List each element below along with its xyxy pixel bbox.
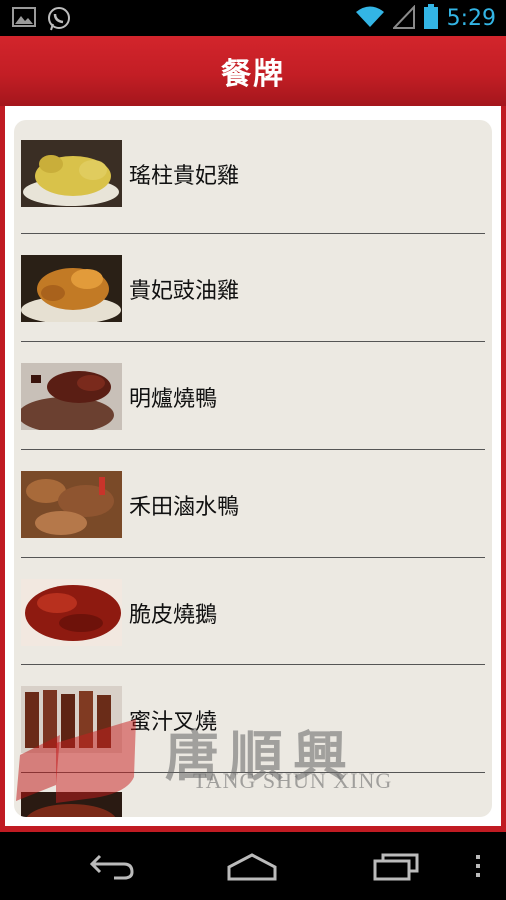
navigation-bar	[0, 832, 506, 900]
dish-thumbnail	[21, 471, 122, 538]
home-button[interactable]	[222, 846, 282, 886]
dish-thumbnail	[21, 140, 122, 207]
whatsapp-icon	[46, 6, 72, 36]
list-divider	[21, 557, 485, 558]
menu-item-2[interactable]: 貴妃豉油雞	[21, 235, 485, 342]
dish-thumbnail	[21, 579, 122, 646]
list-divider	[21, 233, 485, 234]
menu-item-label: 脆皮燒鵝	[129, 602, 218, 628]
home-icon	[227, 853, 277, 881]
overflow-menu-icon	[476, 855, 480, 877]
wifi-icon	[355, 5, 385, 33]
back-button[interactable]	[82, 846, 142, 886]
dish-thumbnail	[21, 363, 122, 430]
recent-apps-icon	[373, 853, 419, 881]
list-divider	[21, 449, 485, 450]
back-icon	[89, 854, 134, 880]
clock: 5:29	[446, 6, 496, 31]
menu-item-4[interactable]: 禾田滷水鴨	[21, 451, 485, 558]
menu-item-7[interactable]	[21, 774, 485, 817]
app-bar: 餐牌	[0, 36, 506, 106]
menu-item-label: 明爐燒鴨	[129, 386, 218, 412]
menu-item-6[interactable]: 蜜汁叉燒	[21, 666, 485, 773]
menu-item-3[interactable]: 明爐燒鴨	[21, 343, 485, 450]
list-divider	[21, 772, 485, 773]
menu-list[interactable]: 瑤柱貴妃雞 貴妃豉油雞 明爐燒鴨 禾田滷水鴨 脆皮燒鵝 蜜汁叉燒	[14, 120, 492, 817]
overflow-menu-button[interactable]	[448, 846, 506, 886]
menu-item-label: 瑤柱貴妃雞	[129, 163, 240, 189]
dish-thumbnail	[21, 686, 122, 753]
page-title: 餐牌	[221, 57, 285, 92]
battery-icon	[423, 4, 439, 34]
menu-item-label: 貴妃豉油雞	[129, 278, 240, 304]
menu-item-1[interactable]: 瑤柱貴妃雞	[21, 120, 485, 227]
gallery-icon	[12, 6, 36, 36]
signal-icon	[391, 4, 415, 33]
menu-item-5[interactable]: 脆皮燒鵝	[21, 559, 485, 666]
menu-item-label: 蜜汁叉燒	[129, 709, 218, 735]
status-bar: 5:29	[0, 0, 506, 36]
recent-apps-button[interactable]	[366, 846, 426, 886]
dish-thumbnail	[21, 792, 122, 817]
list-divider	[21, 341, 485, 342]
dish-thumbnail	[21, 255, 122, 322]
menu-item-label: 禾田滷水鴨	[129, 494, 240, 520]
list-divider	[21, 664, 485, 665]
